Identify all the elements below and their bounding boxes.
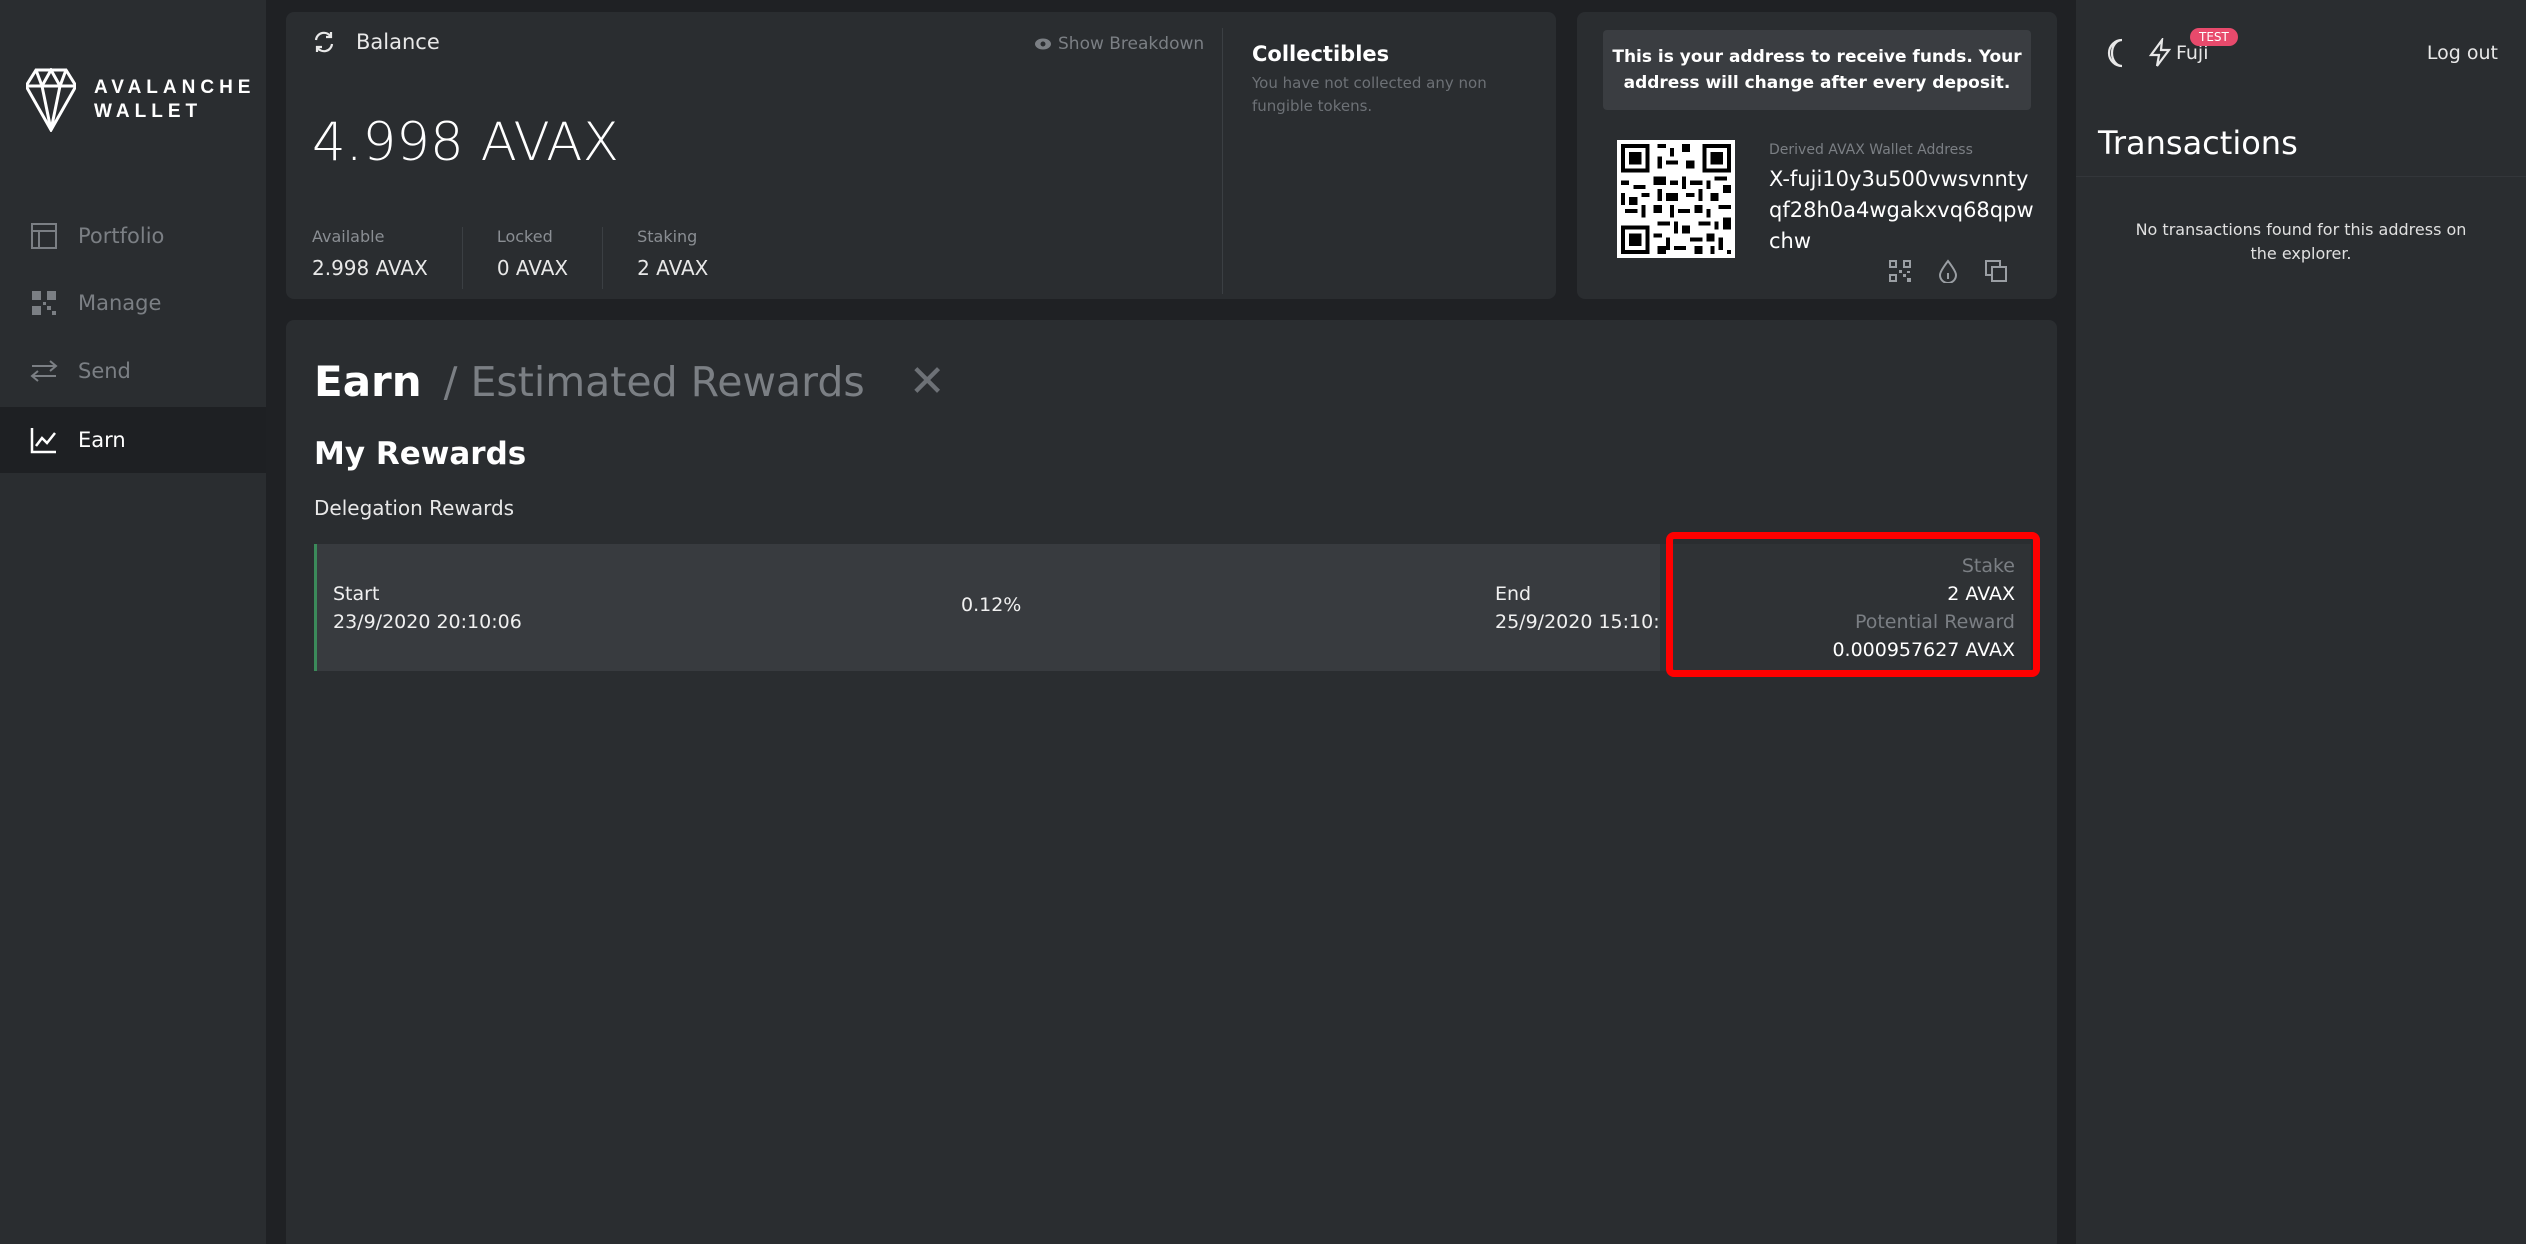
qr-code-image xyxy=(1617,140,1735,258)
sidebar-item-label: Send xyxy=(78,359,131,383)
balance-amount: 4.998 AVAX xyxy=(312,112,619,173)
eye-icon xyxy=(1035,38,1051,50)
reward-progress-percent: 0.12% xyxy=(961,594,1022,616)
staking-value: 2 AVAX xyxy=(637,256,709,280)
logo-line-2: WALLET xyxy=(94,101,203,122)
sidebar-item-label: Portfolio xyxy=(78,224,165,248)
collectibles-subtitle: You have not collected any non fungible … xyxy=(1252,74,1487,115)
close-icon[interactable]: ✕ xyxy=(909,356,946,407)
app-logo[interactable]: AVALANCHE WALLET xyxy=(26,68,255,132)
logout-button[interactable]: Log out xyxy=(2427,42,2498,64)
address-actions xyxy=(1887,258,2009,284)
available-value: 2.998 AVAX xyxy=(312,256,428,280)
chart-line-icon xyxy=(30,426,58,454)
highlight-annotation xyxy=(1666,532,2040,677)
earn-panel: Earn / Estimated Rewards ✕ My Rewards De… xyxy=(286,320,2057,1244)
sidebar-item-manage[interactable]: Manage xyxy=(0,270,266,336)
locked-value: 0 AVAX xyxy=(496,256,569,280)
moon-icon[interactable] xyxy=(2106,38,2130,72)
sidebar: AVALANCHE WALLET Portfolio Manage Send E… xyxy=(0,0,266,1244)
qr-grid-icon xyxy=(30,289,58,317)
locked-balance: Locked 0 AVAX xyxy=(496,227,604,289)
collectibles-title: Collectibles xyxy=(1252,42,1390,66)
delegation-rewards-label: Delegation Rewards xyxy=(314,496,515,520)
available-label: Available xyxy=(312,227,385,246)
sidebar-item-portfolio[interactable]: Portfolio xyxy=(0,203,266,269)
test-badge: TEST xyxy=(2190,28,2238,46)
transactions-title: Transactions xyxy=(2098,124,2298,162)
my-rewards-heading: My Rewards xyxy=(314,436,527,472)
reward-start: Start 23/9/2020 20:10:06 xyxy=(333,580,522,636)
address-notice: This is your address to receive funds. Y… xyxy=(1603,30,2031,110)
logo-line-1: AVALANCHE xyxy=(94,77,256,98)
diamond-logo-icon xyxy=(26,68,76,132)
staking-label: Staking xyxy=(637,227,698,246)
start-label: Start xyxy=(333,583,380,605)
show-breakdown-button[interactable]: Show Breakdown xyxy=(1034,34,1204,54)
refresh-icon[interactable] xyxy=(312,30,336,54)
transfer-arrows-icon xyxy=(30,357,58,385)
balance-title: Balance xyxy=(356,30,440,54)
lightning-icon[interactable] xyxy=(2148,36,2172,72)
show-breakdown-label: Show Breakdown xyxy=(1058,34,1205,54)
balance-panel: Balance Show Breakdown 4.998 AVAX Availa… xyxy=(286,12,1556,299)
balance-header: Balance xyxy=(312,30,440,54)
wallet-address[interactable]: X-fuji10y3u500vwsvnntyqf28h0a4wgakxvq68q… xyxy=(1769,164,2039,257)
end-label: End xyxy=(1495,583,1532,605)
transactions-sidebar: Fuji TEST Log out Transactions No transa… xyxy=(2076,0,2526,1244)
sidebar-item-label: Earn xyxy=(78,428,126,452)
sidebar-item-send[interactable]: Send xyxy=(0,338,266,404)
divider xyxy=(1222,28,1223,294)
divider xyxy=(2076,176,2526,177)
copy-icon[interactable] xyxy=(1983,258,2009,284)
faucet-drop-icon[interactable] xyxy=(1935,258,1961,284)
balance-breakdown: Available 2.998 AVAX Locked 0 AVAX Staki… xyxy=(312,227,776,289)
portfolio-icon xyxy=(30,222,58,250)
staking-balance: Staking 2 AVAX xyxy=(637,227,742,289)
sidebar-item-earn[interactable]: Earn xyxy=(0,407,266,473)
available-balance: Available 2.998 AVAX xyxy=(312,227,463,289)
earn-title: Earn xyxy=(314,357,422,406)
start-value: 23/9/2020 20:10:06 xyxy=(333,611,522,633)
address-label: Derived AVAX Wallet Address xyxy=(1769,142,1973,158)
address-panel: This is your address to receive funds. Y… xyxy=(1577,12,2057,299)
empty-transactions-message: No transactions found for this address o… xyxy=(2135,220,2467,263)
breadcrumb-estimated-rewards: / Estimated Rewards xyxy=(443,357,865,406)
locked-label: Locked xyxy=(496,227,553,246)
logo-text: AVALANCHE WALLET xyxy=(94,76,255,124)
end-value: 25/9/2020 15:10:06 xyxy=(1495,611,1684,633)
page-title: Earn / Estimated Rewards ✕ xyxy=(314,356,946,407)
sidebar-item-label: Manage xyxy=(78,291,162,315)
qr-code-icon[interactable] xyxy=(1887,258,1913,284)
reward-end: End 25/9/2020 15:10:06 xyxy=(1495,580,1684,636)
